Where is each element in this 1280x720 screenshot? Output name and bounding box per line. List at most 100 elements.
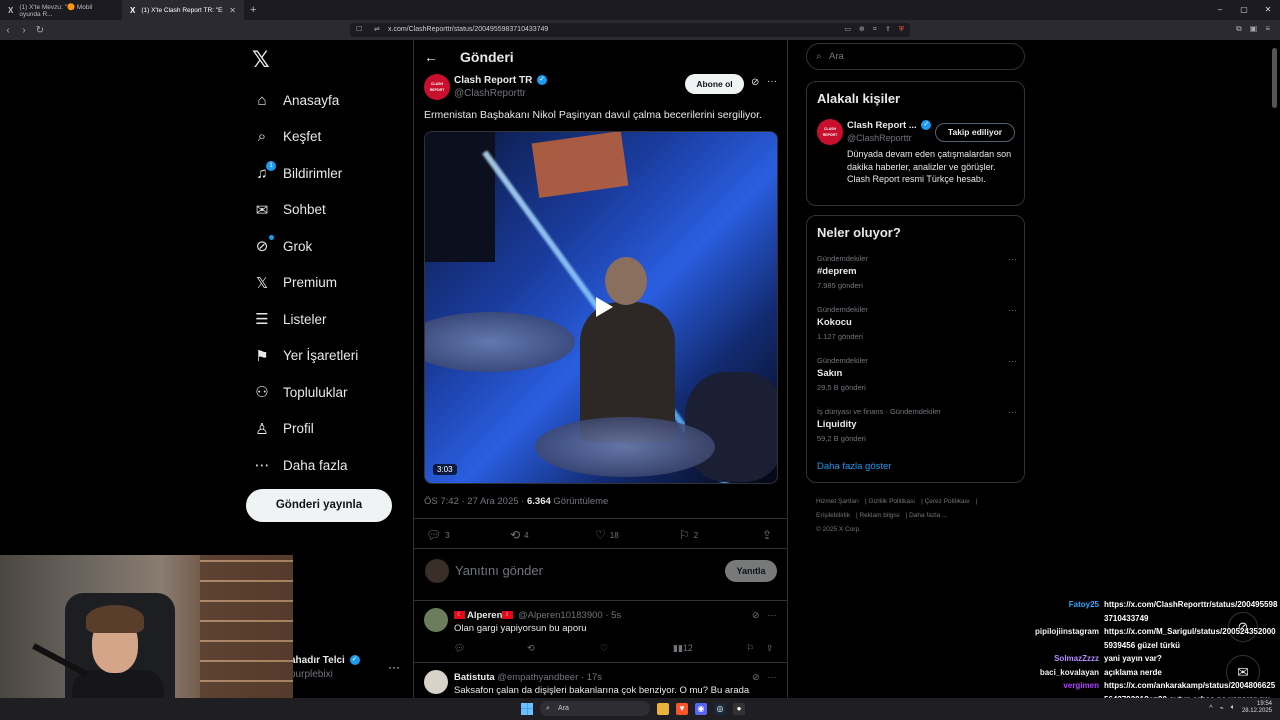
reply-avatar[interactable]	[424, 608, 448, 632]
sidebar-item-messages[interactable]: ✉ Sohbet	[252, 192, 358, 229]
trend-item[interactable]: Gündemdekiler #deprem 7.985 gönderi ···	[817, 254, 1017, 290]
sidebar-item-communities[interactable]: ⚇ Topluluklar	[252, 374, 358, 411]
x-logo[interactable]: 𝕏	[252, 47, 270, 73]
file-explorer-icon[interactable]	[657, 702, 669, 715]
url-bar[interactable]: ☐ ⇌ x.com/ClashReporttr/status/200495598…	[350, 23, 910, 37]
author-info[interactable]: Clash Report TR ✓ @ClashReporttr	[454, 75, 548, 99]
author-avatar[interactable]: CLASH REPORT	[424, 74, 450, 100]
browser-tabbar: X (1) X'te Mevzu: "🟠 Mobil oyunda R... X…	[0, 0, 1280, 20]
sidebar-item-home[interactable]: ⌂ Anasayfa	[252, 82, 358, 119]
reply-author-name[interactable]: Alperen	[467, 610, 502, 621]
share-icon[interactable]: ⇪	[885, 23, 891, 37]
reply-avatar[interactable]	[424, 670, 448, 694]
video-player[interactable]: 3:03	[424, 131, 778, 484]
account-more-icon[interactable]: ···	[388, 660, 400, 674]
trend-item[interactable]: İş dünyası ve finans · Gündemdekiler Liq…	[817, 407, 1017, 443]
sidebar-item-grok[interactable]: ⊘ Grok	[252, 228, 358, 265]
obs-icon[interactable]: ●	[733, 702, 745, 715]
search-input[interactable]: ⌕ Ara	[806, 43, 1025, 70]
bookmark-page-icon[interactable]: ☐	[356, 23, 362, 37]
translate-icon[interactable]: ⌗	[873, 23, 877, 37]
close-window-icon[interactable]: ✕	[1256, 0, 1280, 20]
brave-shield-icon[interactable]: ⛨	[899, 23, 904, 37]
back-arrow-icon[interactable]: ←	[424, 49, 438, 65]
sidebar-item-lists[interactable]: ☰ Listeler	[252, 301, 358, 338]
site-info-icon[interactable]: ⇌	[374, 23, 380, 37]
windows-start-icon[interactable]	[521, 702, 533, 715]
trend-item[interactable]: Gündemdekiler Kokocu 1.127 gönderi ···	[817, 305, 1017, 341]
more-icon[interactable]: ···	[767, 76, 777, 87]
bookmark-icon[interactable]: ⚐	[746, 643, 754, 654]
following-button[interactable]: Takip ediliyor	[935, 123, 1015, 142]
browser-tab[interactable]: X (1) X'te Mevzu: "🟠 Mobil oyunda R...	[0, 0, 122, 20]
sidebar-item-bookmarks[interactable]: ⚑ Yer İşaretleri	[252, 338, 358, 375]
wallet-icon[interactable]: ▣	[1250, 24, 1258, 34]
heart-icon[interactable]: ♡	[600, 643, 608, 654]
more-icon[interactable]: ···	[1008, 305, 1017, 315]
sidebar-item-notifications[interactable]: ♫ 1 Bildirimler	[252, 155, 358, 192]
footer-link[interactable]: Çerez Politikası	[925, 498, 970, 505]
screen-icon[interactable]: ▭	[844, 23, 851, 37]
footer-link[interactable]: Gizlilik Politikası	[868, 498, 915, 505]
footer-link[interactable]: Reklam bilgisi	[859, 512, 899, 519]
close-tab-icon[interactable]: ✕	[229, 6, 236, 15]
reply-submit-button[interactable]: Yanıtla	[725, 560, 777, 582]
reload-icon[interactable]: ↻	[32, 25, 48, 36]
minimize-icon[interactable]: –	[1208, 0, 1232, 20]
repost-button[interactable]: ⟲ 4	[510, 528, 529, 542]
account-switcher[interactable]: ahadır Telci ✓ purplebixi	[290, 655, 360, 680]
brave-browser-icon[interactable]: ▼	[676, 702, 688, 715]
sidebar-item-premium[interactable]: 𝕏 Premium	[252, 265, 358, 302]
zoom-icon[interactable]: ⊕	[859, 23, 865, 37]
extensions-icon[interactable]: ⧉	[1236, 24, 1242, 34]
menu-icon[interactable]: ≡	[1265, 24, 1270, 34]
more-icon[interactable]: ···	[1008, 254, 1017, 264]
reply-item[interactable]: ☾ Alperen ☾ @Alperen10183900 · 5s Olan gar…	[424, 608, 778, 660]
footer-link[interactable]: Erişilebilirlik	[816, 512, 850, 519]
chat-text: açıklama nerde	[1104, 667, 1162, 677]
more-icon[interactable]: ···	[1008, 356, 1017, 366]
sidebar-item-explore[interactable]: ⌕ Keşfet	[252, 119, 358, 156]
more-icon[interactable]: ···	[768, 610, 777, 621]
more-icon[interactable]: ···	[1008, 407, 1017, 417]
footer-link[interactable]: Daha fazla ...	[909, 512, 947, 519]
more-icon[interactable]: ···	[768, 672, 777, 683]
sidebar-item-more[interactable]: ⋯ Daha fazla	[252, 447, 358, 484]
footer-link[interactable]: Hizmet Şartları	[816, 498, 859, 505]
play-icon[interactable]	[587, 292, 617, 322]
share-button[interactable]: ⇪	[762, 528, 772, 542]
views-icon[interactable]: ▮▮ 12	[673, 643, 693, 654]
relevant-name[interactable]: Clash Report ... ✓	[847, 120, 932, 131]
reply-icon[interactable]: 💬︎	[454, 643, 465, 654]
reply-input[interactable]: Yanıtını gönder	[455, 563, 543, 578]
share-icon[interactable]: ⇪	[766, 643, 774, 654]
scrollbar[interactable]	[1272, 48, 1277, 108]
post-button[interactable]: Gönderi yayınla	[246, 489, 392, 522]
reply-button[interactable]: 💬︎ 3	[426, 528, 450, 542]
bookmark-button[interactable]: ⚐ 2	[679, 528, 698, 542]
show-more-link[interactable]: Daha fazla göster	[817, 461, 891, 472]
new-tab-button[interactable]: +	[244, 4, 262, 16]
back-arrow-icon[interactable]: ‹	[0, 25, 16, 36]
repost-icon[interactable]: ⟲	[527, 643, 535, 654]
forward-arrow-icon[interactable]: ›	[16, 25, 32, 36]
network-icon[interactable]: ⌁	[1220, 704, 1224, 712]
grok-icon[interactable]: ⊘	[751, 77, 759, 88]
grok-icon[interactable]: ⊘	[752, 672, 760, 683]
clock[interactable]: 19:54 28.12.2025	[1242, 701, 1272, 715]
subscribe-button[interactable]: Abone ol	[685, 74, 744, 94]
browser-tab-active[interactable]: X (1) X'te Clash Report TR: "Ermeni... ✕	[122, 0, 244, 20]
taskbar-search[interactable]: Ara	[540, 701, 650, 716]
relevant-avatar[interactable]: CLASH REPORT	[817, 119, 843, 145]
trend-item[interactable]: Gündemdekiler Sakın 29,5 B gönderi ···	[817, 356, 1017, 392]
steam-icon[interactable]: ◎	[714, 702, 726, 715]
discord-icon[interactable]: ◉	[695, 702, 707, 715]
tray-chevron-icon[interactable]: ^	[1209, 705, 1212, 712]
reply-author-name[interactable]: Batistuta	[454, 672, 495, 683]
maximize-icon[interactable]: ▢	[1232, 0, 1256, 20]
like-button[interactable]: ♡ 18	[595, 528, 619, 542]
tweet-time[interactable]: ÖS 7:42 · 27 Ara 2025 ·	[424, 496, 527, 507]
volume-icon[interactable]: 🔈︎	[1231, 704, 1235, 712]
sidebar-item-profile[interactable]: ♙ Profil	[252, 411, 358, 448]
grok-icon[interactable]: ⊘	[752, 610, 760, 621]
